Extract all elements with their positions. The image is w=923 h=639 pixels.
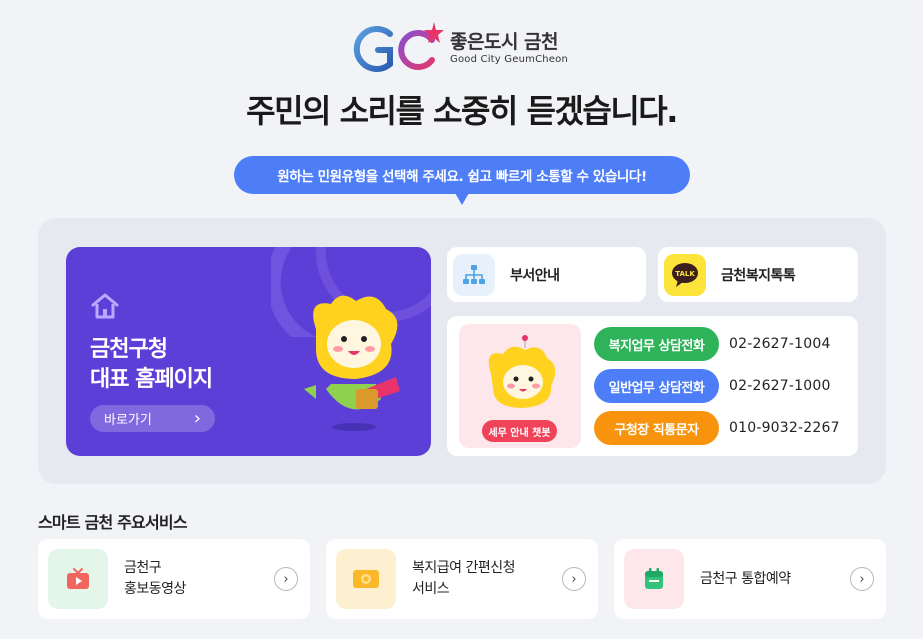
tax-chatbot-button[interactable]: 세무 안내 챗봇 — [482, 420, 557, 442]
service-card-promo-video[interactable]: 금천구 홍보동영상 › — [38, 539, 310, 619]
kakao-talk-card[interactable]: TALK 금천복지톡톡 — [658, 247, 858, 302]
service-label-promo-video: 금천구 홍보동영상 — [124, 558, 264, 600]
service-label-line1: 금천구 통합예약 — [700, 570, 791, 587]
service-label-line1: 복지급여 간편신청 — [412, 560, 516, 576]
tax-chatbot-card[interactable]: 세무 안내 챗봇 — [459, 324, 581, 448]
gc-logo-mark — [353, 22, 444, 72]
service-label-line1: 금천구 — [124, 560, 162, 576]
home-icon — [91, 293, 119, 319]
mayor-sms-number[interactable]: 010-9032-2267 — [729, 411, 840, 445]
goto-homepage-button[interactable]: 바로가기 › — [90, 405, 215, 432]
mascot-illustration — [304, 295, 400, 431]
kakao-talk-icon: TALK — [664, 253, 706, 296]
services-section-title: 스마트 금천 주요서비스 — [38, 513, 188, 532]
chevron-right-icon[interactable]: › — [274, 567, 298, 591]
wallet-icon — [336, 549, 396, 609]
org-chart-icon — [453, 253, 495, 296]
logo-korean-text: 좋은도시 금천 — [450, 31, 559, 53]
general-call-pill[interactable]: 일반업무 상담전화 — [594, 369, 719, 403]
bubble-tail — [455, 193, 469, 205]
welfare-call-label: 복지업무 상담전화 — [608, 338, 705, 354]
general-call-number[interactable]: 02-2627-1000 — [729, 369, 831, 403]
homepage-title-line2: 대표 홈페이지 — [90, 367, 213, 392]
tv-icon — [48, 549, 108, 609]
mayor-sms-label: 구청장 직통문자 — [614, 422, 699, 438]
chevron-right-icon[interactable]: › — [850, 567, 874, 591]
department-guide-card[interactable]: 부서안내 — [447, 247, 646, 302]
welfare-call-number[interactable]: 02-2627-1004 — [729, 327, 831, 361]
general-call-label: 일반업무 상담전화 — [608, 380, 705, 396]
chevron-right-icon[interactable]: › — [562, 567, 586, 591]
page-headline: 주민의 소리를 소중히 듣겠습니다. — [246, 92, 678, 130]
guide-bubble: 원하는 민원유형을 선택해 주세요. 쉽고 빠르게 소통할 수 있습니다! — [234, 156, 690, 194]
service-card-reservation[interactable]: 금천구 통합예약 › — [614, 539, 886, 619]
chevron-right-icon: › — [193, 408, 201, 429]
homepage-title: 금천구청 대표 홈페이지 — [90, 335, 213, 395]
calendar-icon — [624, 549, 684, 609]
contacts-card: 세무 안내 챗봇 복지업무 상담전화 02-2627-1004 일반업무 상담전… — [447, 316, 858, 456]
kakao-icon-text: TALK — [675, 270, 695, 278]
service-label-line2: 서비스 — [412, 581, 450, 597]
service-label-welfare-apply: 복지급여 간편신청 서비스 — [412, 558, 552, 600]
homepage-title-line1: 금천구청 — [90, 337, 168, 362]
service-label-reservation: 금천구 통합예약 — [700, 569, 840, 590]
mayor-sms-pill[interactable]: 구청장 직통문자 — [594, 411, 719, 445]
department-guide-label: 부서안내 — [510, 267, 560, 284]
service-label-line2: 홍보동영상 — [124, 581, 186, 597]
logo-english-text: Good City GeumCheon — [450, 54, 568, 65]
homepage-card[interactable]: 금천구청 대표 홈페이지 바로가기 › — [66, 247, 431, 456]
service-card-welfare-apply[interactable]: 복지급여 간편신청 서비스 › — [326, 539, 598, 619]
goto-button-label: 바로가기 — [104, 413, 152, 428]
chatbot-mascot-icon — [488, 335, 556, 408]
site-logo[interactable]: 좋은도시 금천 Good City GeumCheon — [346, 20, 586, 76]
kakao-talk-label: 금천복지톡톡 — [721, 267, 796, 284]
welfare-call-pill[interactable]: 복지업무 상담전화 — [594, 327, 719, 361]
